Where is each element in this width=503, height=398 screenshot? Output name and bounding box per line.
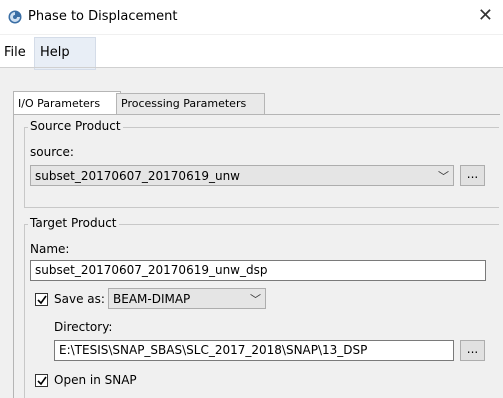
menu-bar: File Help (0, 35, 503, 70)
menu-help[interactable]: Help (40, 45, 70, 60)
target-product-group: Target Product (24, 216, 499, 398)
open-in-snap-label: Open in SNAP (54, 373, 137, 387)
window-title: Phase to Displacement (28, 9, 178, 24)
tab-processing-parameters[interactable]: Processing Parameters (116, 93, 265, 114)
save-format-select[interactable]: BEAM-DIMAP ﹀ (108, 288, 266, 309)
checkmark-icon (37, 376, 47, 386)
name-label: Name: (30, 242, 70, 256)
directory-field[interactable]: E:\TESIS\SNAP_SBAS\SLC_2017_2018\SNAP\13… (54, 340, 454, 361)
directory-browse-button[interactable]: ... (460, 340, 485, 361)
save-format-value: BEAM-DIMAP (113, 292, 191, 306)
menu-file[interactable]: File (4, 45, 26, 60)
close-icon[interactable]: ✕ (478, 5, 493, 27)
snap-app-icon (8, 10, 22, 24)
source-product-title: Source Product (28, 119, 123, 133)
save-as-label: Save as: (54, 292, 105, 306)
save-as-checkbox[interactable] (35, 293, 48, 306)
source-label: source: (30, 145, 74, 159)
source-browse-button[interactable]: ... (460, 165, 485, 186)
target-name-field[interactable]: subset_20170607_20170619_unw_dsp (30, 260, 486, 281)
chevron-down-icon: ﹀ (438, 170, 449, 183)
chevron-down-icon: ﹀ (250, 293, 261, 306)
target-product-title: Target Product (28, 216, 119, 230)
tab-io-parameters[interactable]: I/O Parameters (13, 91, 121, 115)
checkmark-icon (37, 295, 47, 305)
source-product-select[interactable]: subset_20170607_20170619_unw ﹀ (30, 165, 454, 186)
open-in-snap-checkbox[interactable] (35, 374, 48, 387)
source-product-value: subset_20170607_20170619_unw (35, 169, 240, 183)
title-bar: Phase to Displacement ✕ (0, 0, 503, 34)
directory-label: Directory: (54, 320, 113, 334)
